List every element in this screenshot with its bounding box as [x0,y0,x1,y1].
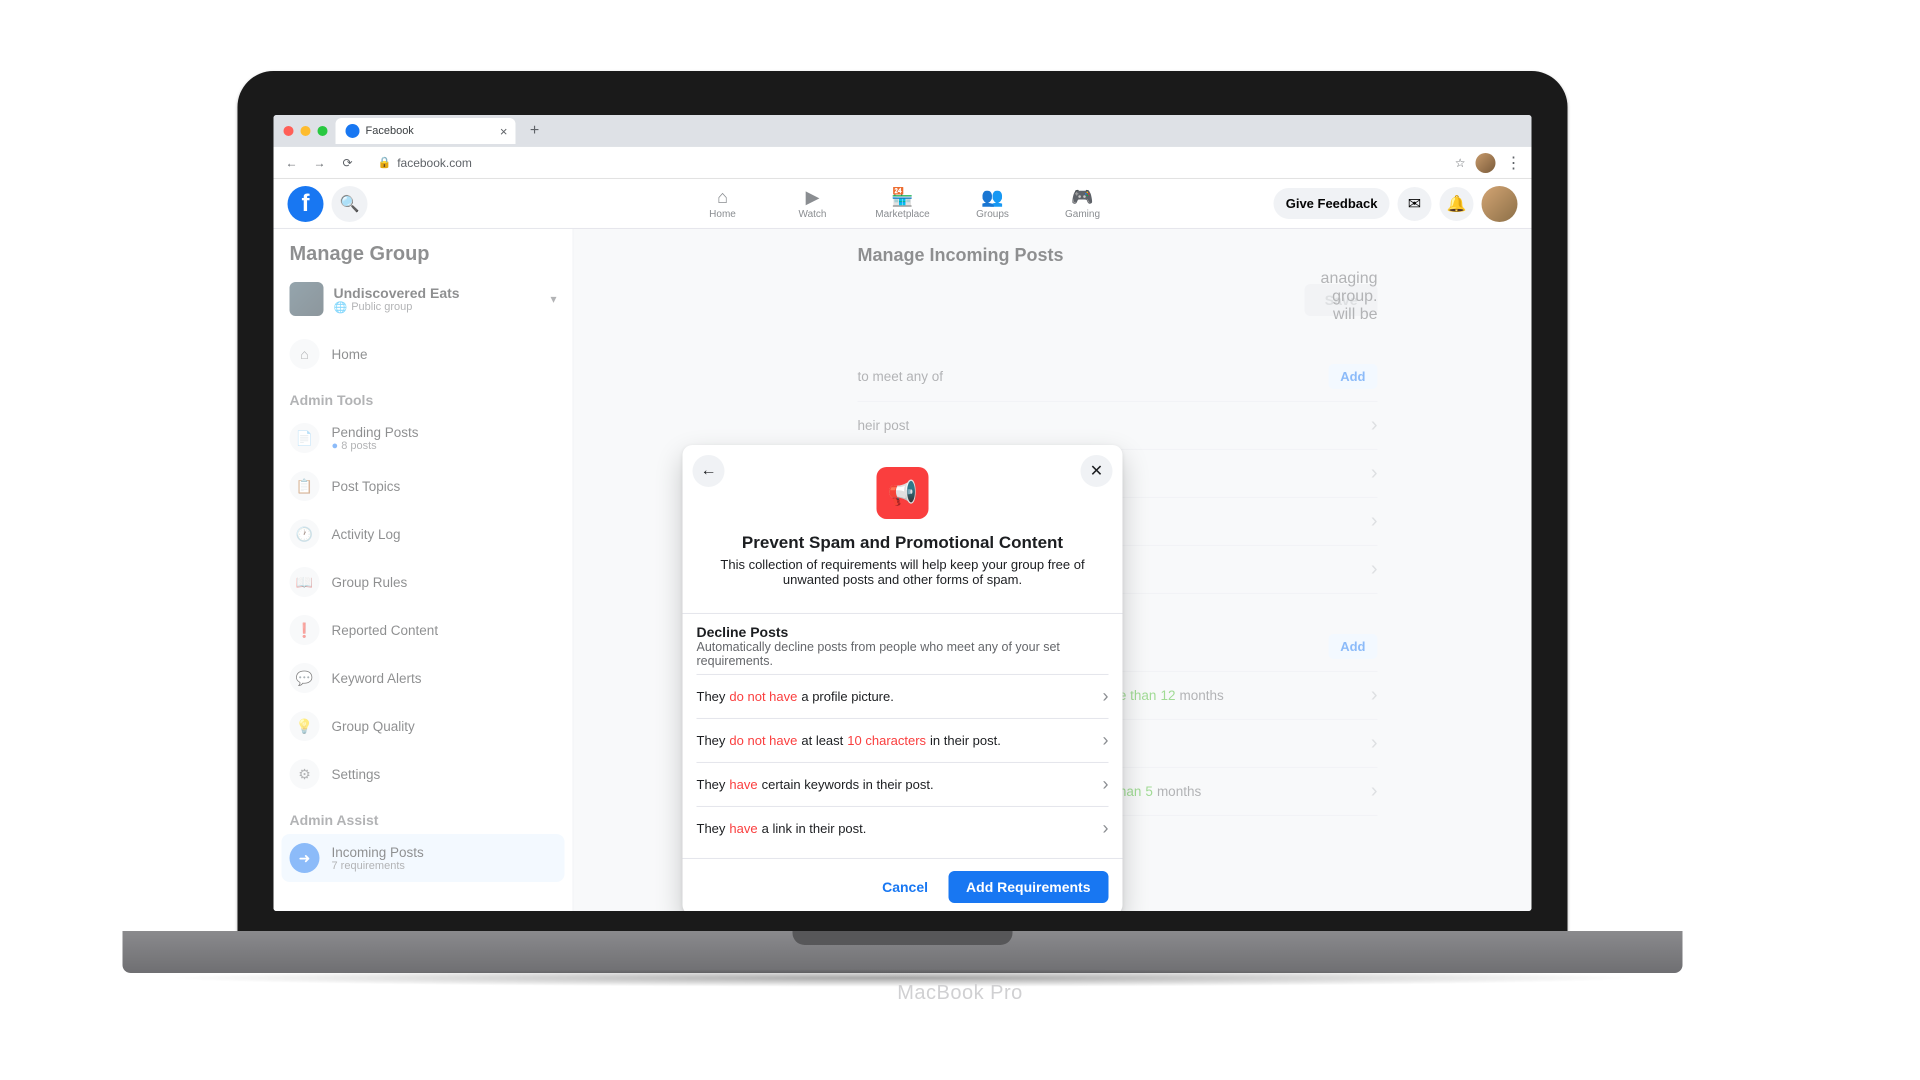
nav-gaming[interactable]: 🎮Gaming [1041,183,1125,224]
app-header: f 🔍 ⌂Home ▶Watch 🏪Marketplace 👥Groups 🎮G… [274,179,1532,229]
screen: Facebook × + ← → ⟳ 🔒 facebook.com ☆ ⋮ [274,115,1532,911]
favicon-icon [346,124,360,138]
chrome-profile-button[interactable] [1476,152,1496,172]
browser-tab[interactable]: Facebook × [336,118,516,144]
groups-icon: 👥 [981,187,1003,208]
nav-groups[interactable]: 👥Groups [951,183,1035,224]
close-tab-button[interactable]: × [500,123,508,138]
reload-button[interactable]: ⟳ [340,155,356,169]
nav-watch[interactable]: ▶Watch [771,183,855,224]
modal-description: This collection of requirements will hel… [695,553,1111,601]
laptop-brand: MacBook Pro [897,982,1023,1005]
facebook-logo[interactable]: f [288,185,324,221]
address-bar: ← → ⟳ 🔒 facebook.com ☆ ⋮ [274,147,1532,179]
close-window-button[interactable] [284,126,294,136]
maximize-window-button[interactable] [318,126,328,136]
new-tab-button[interactable]: + [524,120,546,142]
chrome-menu-button[interactable]: ⋮ [1506,152,1522,172]
chevron-right-icon: › [1103,818,1109,839]
notifications-button[interactable]: 🔔 [1440,186,1474,220]
url-field[interactable]: 🔒 facebook.com [368,151,1443,173]
gaming-icon: 🎮 [1071,187,1093,208]
arrow-left-icon: ← [701,462,717,480]
search-button[interactable]: 🔍 [332,185,368,221]
window-controls [284,126,328,136]
modal-section-subtitle: Automatically decline posts from people … [697,640,1109,674]
lock-icon: 🔒 [378,156,392,169]
bookmark-button[interactable]: ☆ [1455,155,1466,169]
modal-dialog: ← ✕ 📢 Prevent Spam and Promotional Conte… [683,445,1123,911]
chevron-right-icon: › [1103,774,1109,795]
search-icon: 🔍 [340,193,360,213]
close-icon: ✕ [1090,461,1103,481]
give-feedback-button[interactable]: Give Feedback [1274,188,1390,219]
laptop-base [123,931,1683,973]
nav-home[interactable]: ⌂Home [681,183,765,224]
url-text: facebook.com [397,155,472,169]
megaphone-icon: 📢 [877,467,929,519]
home-icon: ⌂ [717,187,728,208]
rule-item[interactable]: They do not have a profile picture.› [697,674,1109,718]
marketplace-icon: 🏪 [891,187,913,208]
modal-back-button[interactable]: ← [693,455,725,487]
messenger-button[interactable]: ✉ [1398,186,1432,220]
rule-item[interactable]: They have certain keywords in their post… [697,762,1109,806]
chevron-right-icon: › [1103,686,1109,707]
rule-item[interactable]: They have a link in their post.› [697,806,1109,850]
rule-item[interactable]: They do not have at least 10 characters … [697,718,1109,762]
center-nav: ⌂Home ▶Watch 🏪Marketplace 👥Groups 🎮Gamin… [681,183,1125,224]
modal-close-button[interactable]: ✕ [1081,455,1113,487]
minimize-window-button[interactable] [301,126,311,136]
back-button[interactable]: ← [284,155,300,169]
modal-title: Prevent Spam and Promotional Content [695,533,1111,553]
cancel-button[interactable]: Cancel [870,871,940,903]
laptop-notch [793,931,1013,945]
watch-icon: ▶ [806,187,820,208]
messenger-icon: ✉ [1408,193,1421,213]
chevron-right-icon: › [1103,730,1109,751]
profile-button[interactable] [1482,185,1518,221]
add-requirements-button[interactable]: Add Requirements [948,871,1108,903]
forward-button[interactable]: → [312,155,328,169]
browser-tab-strip: Facebook × + [274,115,1532,147]
nav-marketplace[interactable]: 🏪Marketplace [861,183,945,224]
tab-title: Facebook [366,125,414,137]
bell-icon: 🔔 [1447,193,1467,213]
modal-section-header: Decline Posts [697,624,1109,640]
